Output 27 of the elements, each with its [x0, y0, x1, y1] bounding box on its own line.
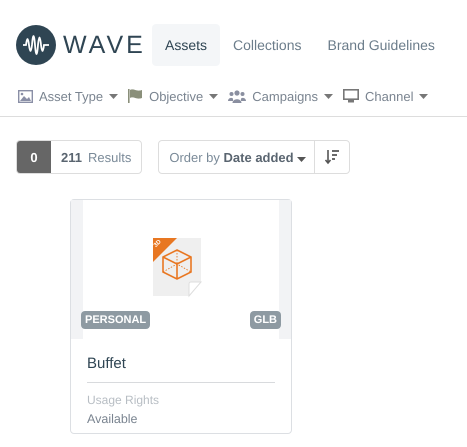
caret-icon — [297, 156, 306, 162]
asset-title: Buffet — [86, 354, 127, 372]
filter-dropdown[interactable]: Channel — [343, 86, 434, 106]
field-label: Usage Rights — [86, 392, 160, 407]
filter-dropdown[interactable]: Campaigns — [228, 86, 340, 106]
filter-dropdown[interactable]: Asset Type — [18, 86, 124, 106]
selected-count: 0 — [17, 141, 51, 173]
caret-icon — [419, 94, 428, 98]
logo-icon — [16, 25, 56, 65]
users-icon — [228, 90, 246, 102]
monitor-icon — [343, 89, 360, 103]
field-value: Available — [86, 411, 139, 426]
caret-icon — [324, 94, 334, 98]
sort-icon — [325, 149, 340, 165]
results-count: 211 Results — [60, 148, 132, 166]
filter-dropdown[interactable]: Objective — [128, 86, 224, 106]
flag-icon — [128, 89, 144, 103]
caret-icon — [109, 94, 118, 98]
nav-tab[interactable]: Assets — [152, 24, 220, 66]
nav-tab[interactable]: Brand Guidelines — [314, 24, 448, 66]
caret-icon — [209, 94, 218, 98]
nav-tab[interactable]: Collections — [220, 24, 314, 66]
scope-tag: PERSONAL — [81, 311, 150, 329]
cube-file-icon — [151, 236, 205, 298]
logo-text: WAVE — [63, 30, 146, 60]
format-tag: GLB — [250, 311, 281, 329]
image-icon — [18, 90, 33, 102]
